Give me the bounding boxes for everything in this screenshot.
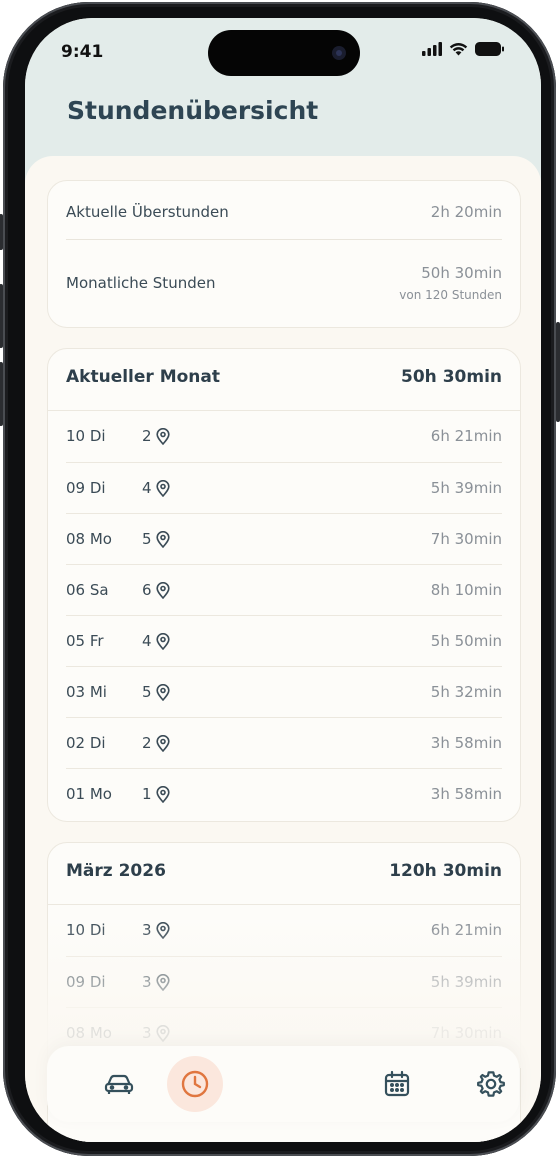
dynamic-island [208,30,360,76]
page-title: Stundenübersicht [67,96,319,125]
nav-clock-button[interactable] [167,1056,223,1112]
location-count: 5 [142,683,170,701]
location-pin-icon [155,581,170,599]
duration-value: 5h 50min [430,632,502,650]
mute-switch [0,214,3,250]
overtime-label: Aktuelle Überstunden [66,203,229,221]
location-count-value: 1 [142,785,152,803]
day-label: 06 Sa [66,581,109,599]
current-month-card: Aktueller Monat 50h 30min 10 Di 2 6h 21min… [47,348,521,822]
location-count: 6 [142,581,170,599]
duration-value: 7h 30min [430,530,502,548]
volume-up-button [0,284,3,348]
monthly-value: 50h 30min [421,264,502,282]
duration-value: 8h 10min [430,581,502,599]
phone-frame: 9:41 Stundenübersicht Aktuelle Überstund… [0,2,560,1156]
current-month-title: Aktueller Monat [66,367,221,387]
day-row[interactable]: 03 Mi 5 5h 32min [66,666,502,717]
day-row[interactable]: 10 Di 2 6h 21min [66,411,502,461]
previous-month-header: März 2026 120h 30min [66,861,502,881]
status-icons [422,42,505,56]
previous-month-total: 120h 30min [389,861,502,881]
location-count-value: 5 [142,530,152,548]
volume-down-button [0,362,3,426]
location-pin-icon [155,427,170,445]
location-pin-icon [155,479,170,497]
location-pin-icon [155,734,170,752]
clock-icon [181,1070,209,1098]
nav-settings-button[interactable] [471,1064,511,1104]
overtime-value: 2h 20min [430,203,502,221]
location-count-value: 5 [142,683,152,701]
day-row[interactable]: 06 Sa 6 8h 10min [66,564,502,615]
signal-icon [422,42,442,56]
location-pin-icon [155,632,170,650]
duration-value: 3h 58min [430,734,502,752]
location-count: 4 [142,632,170,650]
day-label: 05 Fr [66,632,104,650]
calendar-icon [384,1070,410,1097]
day-label: 03 Mi [66,683,107,701]
location-pin-icon [155,530,170,548]
monthly-label: Monatliche Stunden [66,274,216,292]
summary-card: Aktuelle Überstunden 2h 20min Monatliche… [47,180,521,328]
day-row[interactable]: 09 Di 4 5h 39min [66,462,502,513]
overtime-row: Aktuelle Überstunden 2h 20min [66,199,502,225]
day-row[interactable]: 08 Mo 5 7h 30min [66,513,502,564]
day-row[interactable]: 01 Mo 1 3h 58min [66,768,502,819]
nav-calendar-button[interactable] [377,1064,417,1104]
monthly-value-block: 50h 30min von 120 Stunden [399,264,502,302]
location-count-value: 4 [142,632,152,650]
battery-icon [475,42,504,56]
current-month-total: 50h 30min [401,367,502,387]
wifi-icon [449,43,468,56]
location-count-value: 2 [142,734,152,752]
day-row[interactable]: 05 Fr 4 5h 50min [66,615,502,666]
monthly-row: Monatliche Stunden 50h 30min von 120 Stu… [66,261,502,305]
location-count-value: 4 [142,479,152,497]
day-label: 01 Mo [66,785,112,803]
location-count-value: 2 [142,427,152,445]
location-count: 5 [142,530,170,548]
status-time: 9:41 [61,42,104,62]
day-label: 09 Di [66,479,106,497]
bottom-nav [47,1046,519,1122]
day-label: 10 Di [66,427,106,445]
monthly-subtext: von 120 Stunden [399,288,502,302]
duration-value: 5h 39min [430,479,502,497]
location-count: 2 [142,734,170,752]
location-count: 2 [142,427,170,445]
location-pin-icon [155,785,170,803]
location-count: 4 [142,479,170,497]
location-count-value: 6 [142,581,152,599]
nav-car-button[interactable] [99,1064,139,1104]
screen: 9:41 Stundenübersicht Aktuelle Überstund… [25,18,541,1142]
duration-value: 5h 32min [430,683,502,701]
location-pin-icon [155,683,170,701]
summary-divider [66,239,502,240]
day-row[interactable]: 02 Di 2 3h 58min [66,717,502,768]
day-label: 02 Di [66,734,106,752]
camera-icon [332,46,346,60]
power-button [556,322,560,422]
car-icon [104,1074,134,1094]
previous-month-title: März 2026 [66,861,166,881]
location-count: 1 [142,785,170,803]
settings-icon [477,1071,505,1097]
current-month-header: Aktueller Monat 50h 30min [66,367,502,387]
duration-value: 6h 21min [430,427,502,445]
day-label: 08 Mo [66,530,112,548]
duration-value: 3h 58min [430,785,502,803]
